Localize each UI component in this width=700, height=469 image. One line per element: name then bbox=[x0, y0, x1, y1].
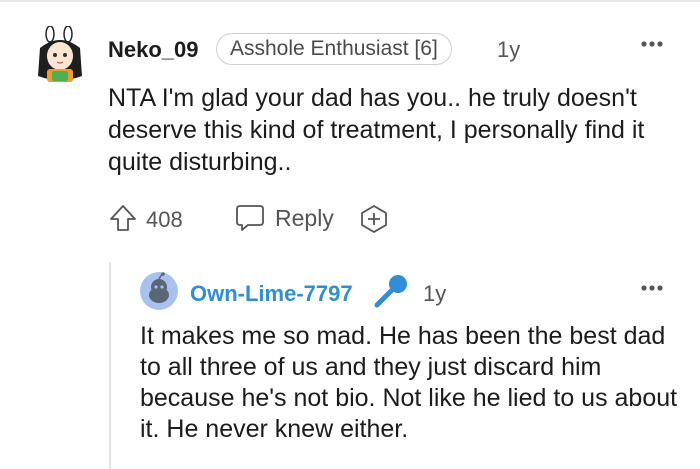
snoo-avatar-icon[interactable] bbox=[140, 272, 178, 310]
top-divider bbox=[0, 0, 700, 2]
microphone-icon bbox=[374, 275, 407, 308]
comment-username[interactable]: Neko_09 bbox=[108, 37, 199, 63]
award-plus-icon[interactable] bbox=[359, 204, 389, 234]
user-flair: Asshole Enthusiast [6] bbox=[216, 33, 452, 65]
reply-age: 1y bbox=[423, 281, 447, 306]
upvote-icon[interactable] bbox=[108, 203, 138, 233]
reply-icon[interactable] bbox=[234, 203, 266, 233]
comment-body: NTA I'm glad your dad has you.. he truly… bbox=[108, 84, 645, 176]
reply-button[interactable]: Reply bbox=[275, 205, 334, 232]
comment-age: 1y bbox=[497, 37, 521, 62]
more-options-icon[interactable] bbox=[637, 278, 667, 298]
anime-bunny-avatar-icon[interactable] bbox=[30, 26, 90, 86]
reply-username[interactable]: Own-Lime-7797 bbox=[190, 281, 353, 307]
vote-count: 408 bbox=[146, 207, 183, 232]
more-options-icon[interactable] bbox=[637, 34, 667, 54]
reply-body: It makes me so mad. He has been the best… bbox=[140, 322, 678, 443]
thread-line[interactable] bbox=[109, 262, 111, 469]
